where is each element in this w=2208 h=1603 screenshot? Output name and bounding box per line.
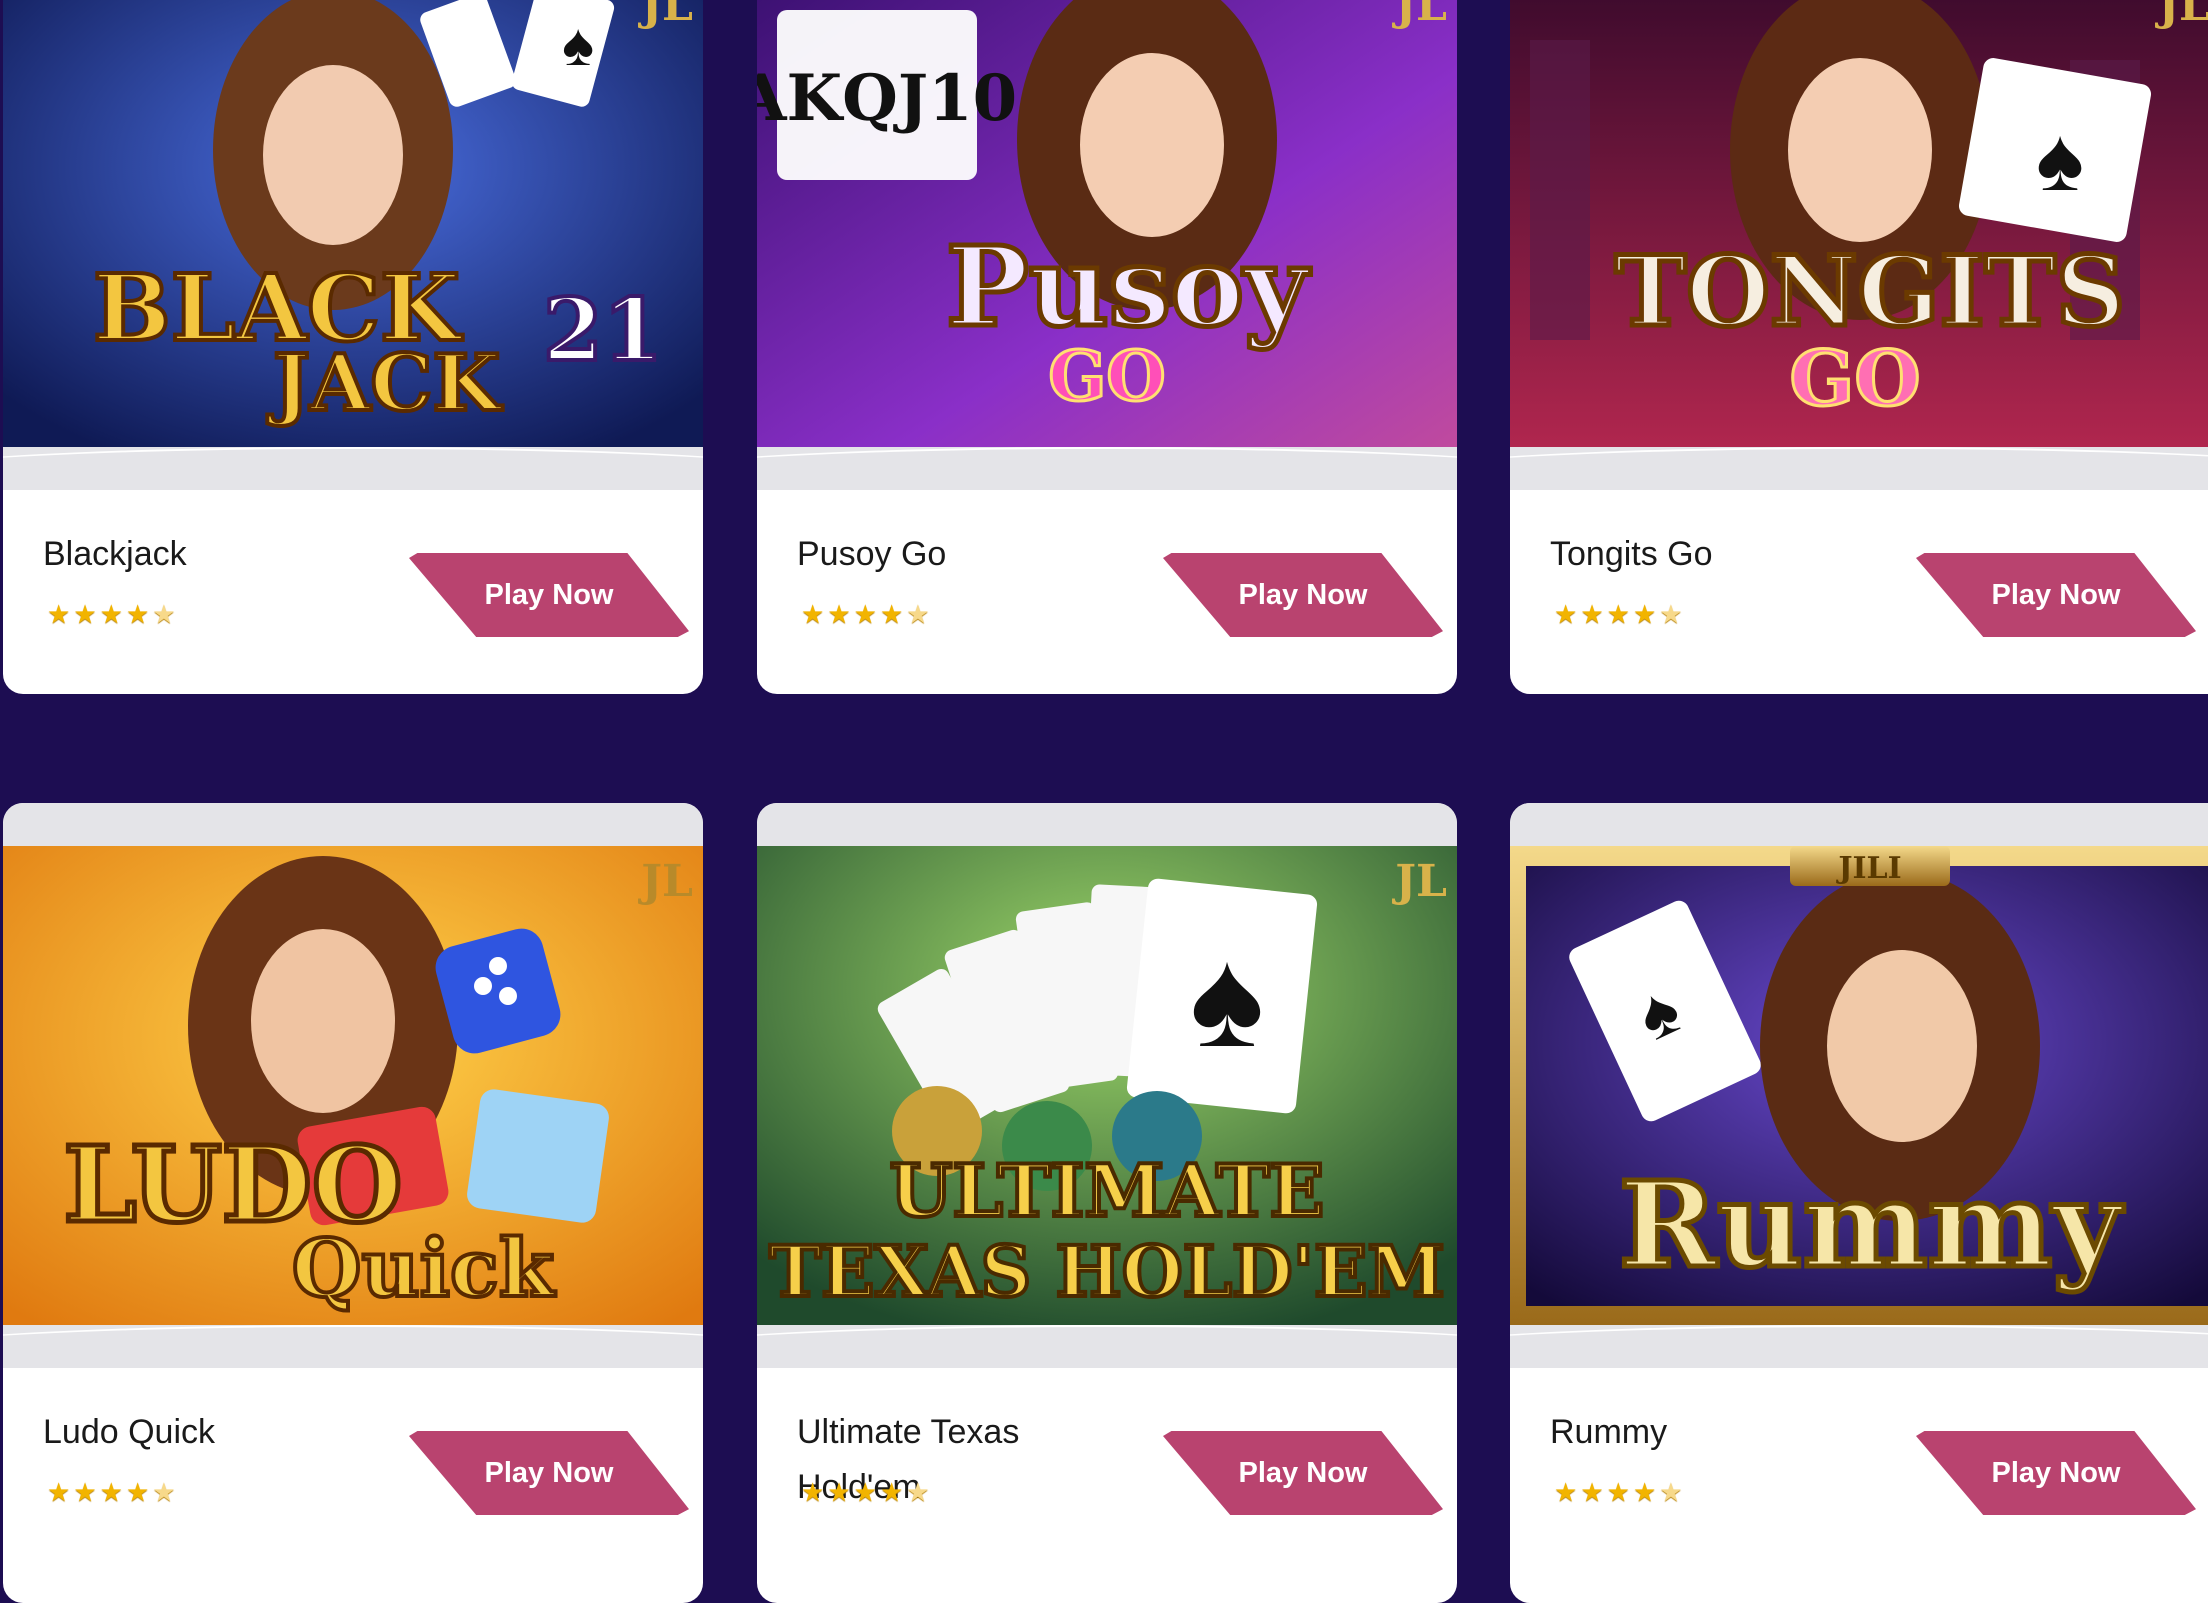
logo-text-2: GO bbox=[1789, 334, 1920, 423]
star-icon: ★ bbox=[801, 599, 825, 629]
game-thumbnail[interactable]: ♠ BLACK JACK 21 JL bbox=[3, 0, 703, 447]
rating-stars: ★ ★ ★ ★ ★ bbox=[1554, 601, 1683, 627]
star-icon: ★ bbox=[853, 599, 877, 629]
game-thumbnail[interactable]: ♠ ULTIMATE TEXAS HOLD'EM JL bbox=[757, 846, 1457, 1325]
star-icon: ★ bbox=[879, 1477, 904, 1507]
game-name: Ludo Quick bbox=[43, 1413, 215, 1451]
rating-stars: ★ ★ ★ ★ ★ bbox=[801, 601, 930, 627]
game-card-tongits-go[interactable]: ♠ TONGITS GO JL Tongits Go ★ ★ ★ ★ ★ Pla… bbox=[1510, 0, 2208, 694]
game-grid: ♠ BLACK JACK 21 JL Blackjack ★ ★ ★ ★ ★ P… bbox=[0, 0, 2208, 1603]
star-icon: ★ bbox=[1554, 1477, 1578, 1507]
game-thumbnail[interactable]: AKQJ10 Pusoy GO JL bbox=[757, 0, 1457, 447]
game-thumbnail[interactable]: LUDO Quick JL bbox=[3, 846, 703, 1325]
logo-text-2: GO bbox=[1048, 337, 1165, 417]
provider-badge: JL bbox=[1391, 856, 1447, 907]
rating-stars: ★ ★ ★ ★ ★ bbox=[801, 1479, 930, 1505]
svg-text:♠: ♠ bbox=[562, 11, 594, 78]
play-now-button[interactable]: Play Now bbox=[409, 1431, 689, 1515]
game-card-ultimate-texas-holdem[interactable]: ♠ ULTIMATE TEXAS HOLD'EM JL Ultimate Tex… bbox=[757, 803, 1457, 1603]
play-now-button[interactable]: Play Now bbox=[1916, 1431, 2196, 1515]
game-card-ludo-quick[interactable]: LUDO Quick JL Ludo Quick ★ ★ ★ ★ ★ Play … bbox=[3, 803, 703, 1603]
star-icon: ★ bbox=[1580, 599, 1604, 629]
half-star-icon: ★ bbox=[1659, 1477, 1683, 1507]
game-card-blackjack[interactable]: ♠ BLACK JACK 21 JL Blackjack ★ ★ ★ ★ ★ P… bbox=[3, 0, 703, 694]
svg-text:AKQJ10: AKQJ10 bbox=[757, 61, 1017, 136]
star-icon: ★ bbox=[99, 599, 123, 629]
game-name: Pusoy Go bbox=[797, 535, 947, 573]
card-info: Ultimate Texas Hold'em ★ ★ ★ ★ ★ Play No… bbox=[757, 1368, 1457, 1603]
game-thumbnail[interactable]: ♠ TONGITS GO JL bbox=[1510, 0, 2208, 447]
star-icon: ★ bbox=[99, 1477, 123, 1507]
star-icon: ★ bbox=[125, 1477, 150, 1507]
logo-text-3: 21 bbox=[543, 280, 663, 381]
star-icon: ★ bbox=[47, 599, 71, 629]
star-icon: ★ bbox=[1606, 1477, 1630, 1507]
play-now-label: Play Now bbox=[1991, 1456, 2121, 1489]
card-info: Blackjack ★ ★ ★ ★ ★ Play Now bbox=[3, 490, 703, 694]
star-icon: ★ bbox=[1632, 1477, 1657, 1507]
thumbnail-frame: ♠ ULTIMATE TEXAS HOLD'EM JL bbox=[757, 803, 1457, 1368]
logo-text-1: Rummy bbox=[1619, 1155, 2125, 1294]
logo-text-1: ULTIMATE bbox=[890, 1148, 1325, 1233]
provider-badge: JL bbox=[637, 856, 693, 907]
play-now-label: Play Now bbox=[1991, 578, 2121, 611]
play-now-button[interactable]: Play Now bbox=[409, 553, 689, 637]
provider-badge: JL bbox=[2154, 0, 2208, 31]
half-star-icon: ★ bbox=[152, 1477, 176, 1507]
thumbnail-frame: ♠ BLACK JACK 21 JL bbox=[3, 0, 703, 490]
game-card-rummy[interactable]: ♠ Rummy JILI Rummy ★ ★ ★ ★ ★ Play Now bbox=[1510, 803, 2208, 1603]
play-now-label: Play Now bbox=[484, 1456, 614, 1489]
svg-text:♠: ♠ bbox=[1190, 919, 1264, 1076]
card-info: Rummy ★ ★ ★ ★ ★ Play Now bbox=[1510, 1368, 2208, 1603]
half-star-icon: ★ bbox=[906, 599, 930, 629]
star-icon: ★ bbox=[827, 599, 851, 629]
game-thumbnail[interactable]: ♠ Rummy JILI bbox=[1510, 846, 2208, 1325]
thumbnail-frame: ♠ TONGITS GO JL bbox=[1510, 0, 2208, 490]
svg-text:♠: ♠ bbox=[2036, 110, 2084, 210]
logo-text-1: Pusoy bbox=[946, 222, 1311, 351]
half-star-icon: ★ bbox=[152, 599, 176, 629]
half-star-icon: ★ bbox=[1659, 599, 1683, 629]
play-now-label: Play Now bbox=[1238, 1456, 1368, 1489]
provider-badge: JILI bbox=[1835, 851, 1901, 886]
star-icon: ★ bbox=[827, 1477, 851, 1507]
card-info: Pusoy Go ★ ★ ★ ★ ★ Play Now bbox=[757, 490, 1457, 694]
thumbnail-frame: AKQJ10 Pusoy GO JL bbox=[757, 0, 1457, 490]
play-now-button[interactable]: Play Now bbox=[1163, 553, 1443, 637]
game-name: Rummy bbox=[1550, 1413, 1668, 1451]
star-icon: ★ bbox=[125, 599, 150, 629]
rating-stars: ★ ★ ★ ★ ★ bbox=[47, 601, 176, 627]
rating-stars: ★ ★ ★ ★ ★ bbox=[1554, 1479, 1683, 1505]
logo-text-2: Quick bbox=[292, 1221, 556, 1315]
play-now-label: Play Now bbox=[484, 578, 614, 611]
thumbnail-frame: ♠ Rummy JILI bbox=[1510, 803, 2208, 1368]
rating-stars: ★ ★ ★ ★ ★ bbox=[47, 1479, 176, 1505]
star-icon: ★ bbox=[73, 599, 97, 629]
star-icon: ★ bbox=[47, 1477, 71, 1507]
card-info: Tongits Go ★ ★ ★ ★ ★ Play Now bbox=[1510, 490, 2208, 694]
star-icon: ★ bbox=[1580, 1477, 1604, 1507]
star-icon: ★ bbox=[1632, 599, 1657, 629]
card-info: Ludo Quick ★ ★ ★ ★ ★ Play Now bbox=[3, 1368, 703, 1603]
provider-badge: JL bbox=[1391, 0, 1447, 31]
star-icon: ★ bbox=[73, 1477, 97, 1507]
half-star-icon: ★ bbox=[906, 1477, 930, 1507]
logo-text-2: JACK bbox=[267, 338, 504, 429]
thumbnail-frame: LUDO Quick JL bbox=[3, 803, 703, 1368]
game-card-pusoy-go[interactable]: AKQJ10 Pusoy GO JL Pusoy Go ★ ★ ★ ★ ★ Pl… bbox=[757, 0, 1457, 694]
game-name: Blackjack bbox=[43, 535, 187, 573]
play-now-label: Play Now bbox=[1238, 578, 1368, 611]
logo-text-2: TEXAS HOLD'EM bbox=[769, 1230, 1445, 1313]
star-icon: ★ bbox=[1554, 599, 1578, 629]
star-icon: ★ bbox=[1606, 599, 1630, 629]
logo-text-1: TONGITS bbox=[1615, 235, 2125, 348]
provider-badge: JL bbox=[637, 0, 693, 31]
star-icon: ★ bbox=[801, 1477, 825, 1507]
play-now-button[interactable]: Play Now bbox=[1916, 553, 2196, 637]
play-now-button[interactable]: Play Now bbox=[1163, 1431, 1443, 1515]
star-icon: ★ bbox=[853, 1477, 877, 1507]
game-name: Tongits Go bbox=[1550, 535, 1713, 573]
star-icon: ★ bbox=[879, 599, 904, 629]
